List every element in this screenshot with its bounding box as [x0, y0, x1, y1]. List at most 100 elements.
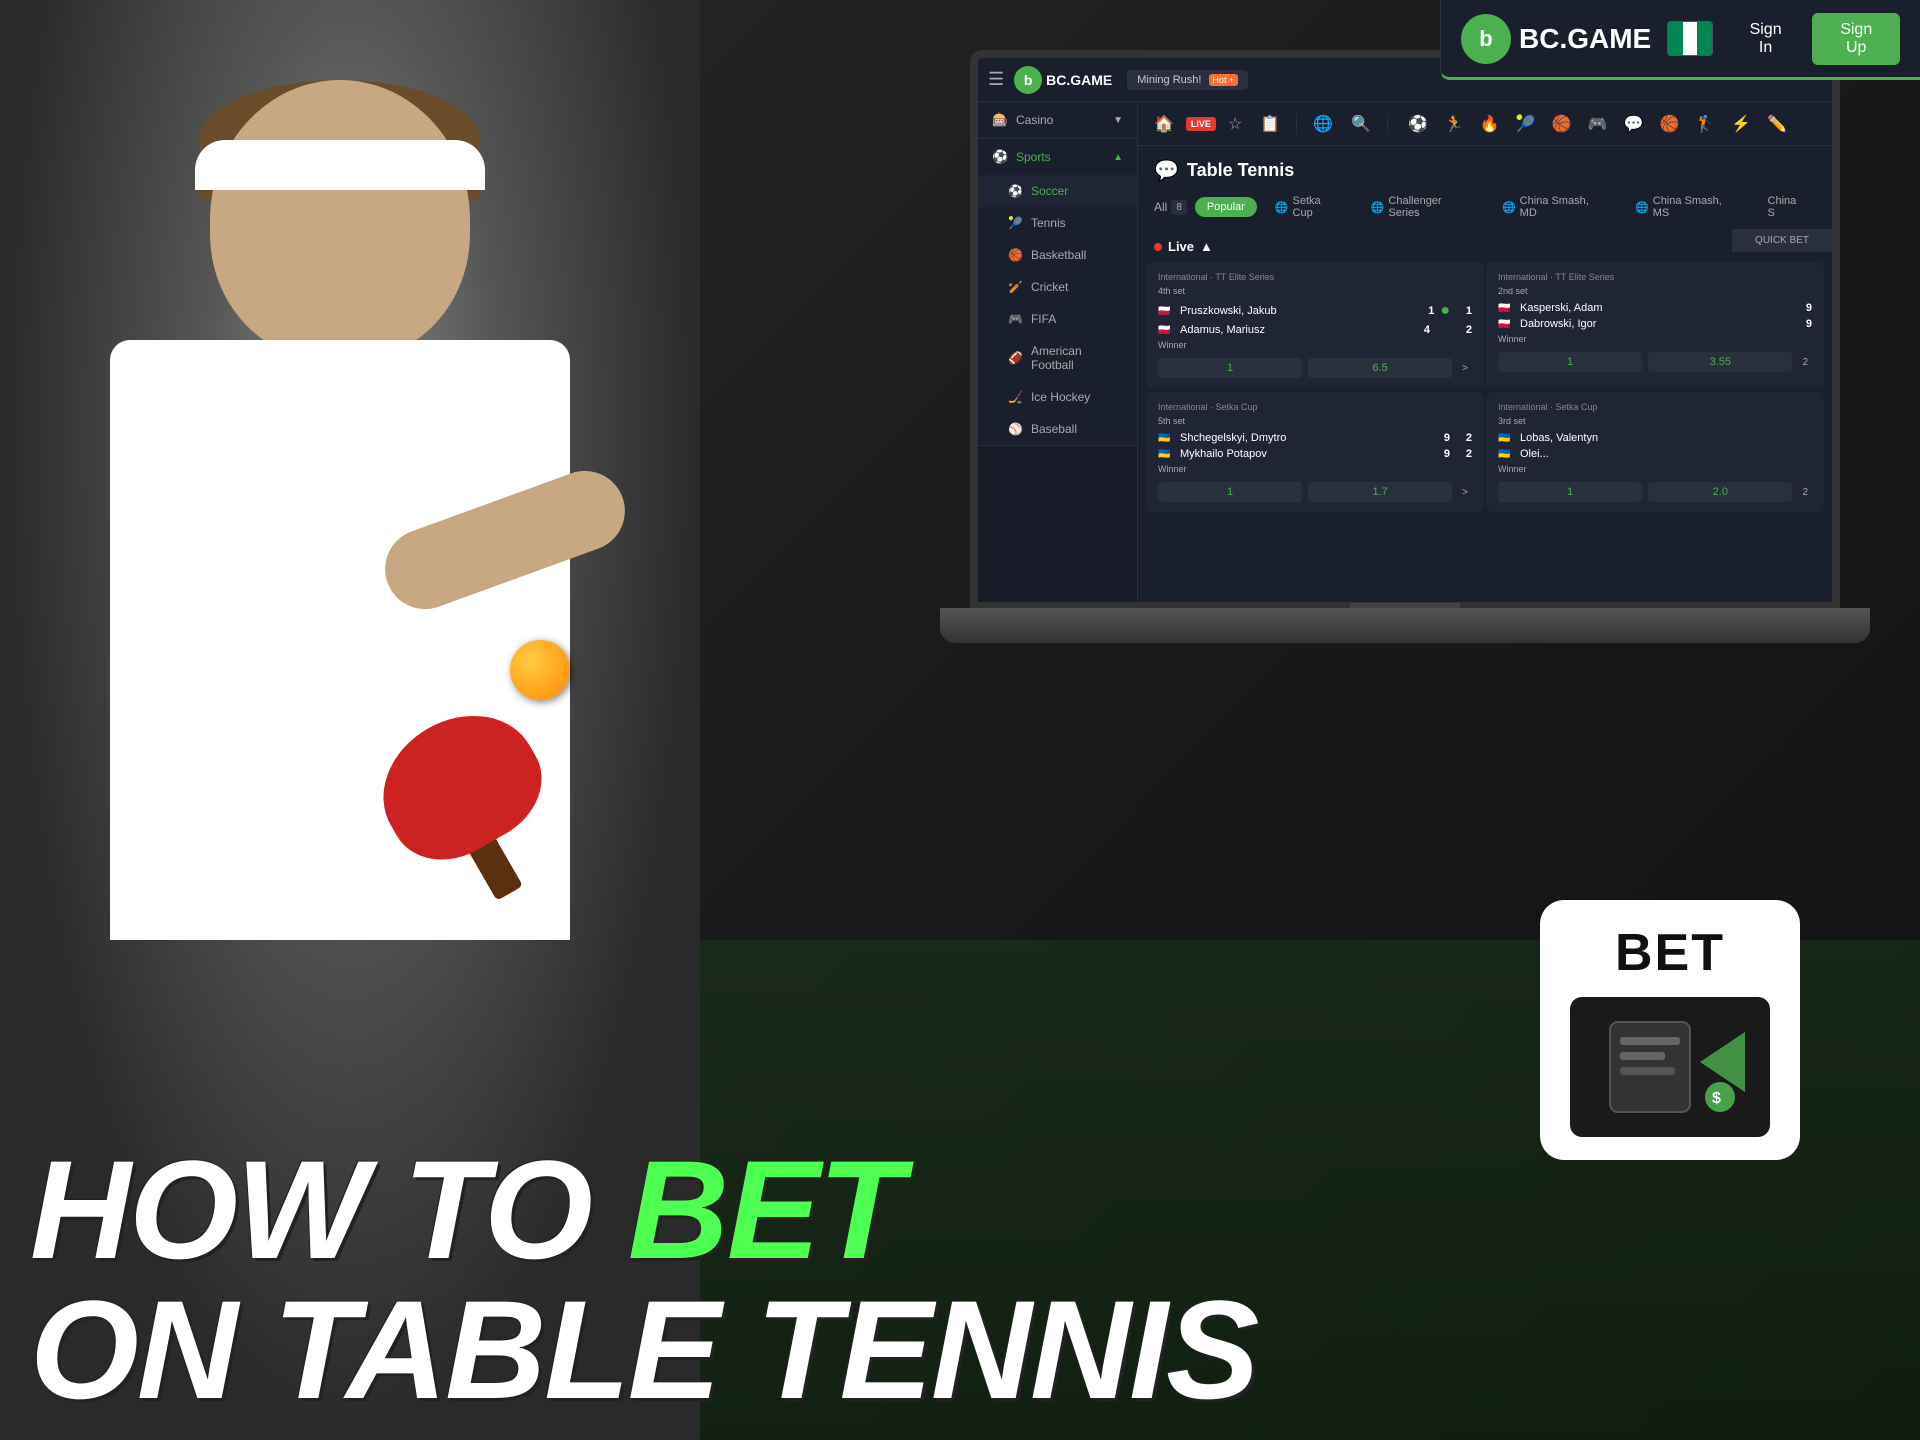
match3-player1-row: 🇵🇱 Kasperski, Adam 9	[1498, 302, 1812, 314]
soccer-icon: ⚽	[1008, 184, 1023, 198]
page-title: 💬 Table Tennis	[1154, 158, 1294, 183]
match3-score1: 9	[1796, 302, 1812, 314]
match1-game2: 2	[1456, 324, 1472, 336]
match1-player2-row: 🇵🇱 Adamus, Mariusz 4 2	[1158, 324, 1472, 336]
match2-meta: International · Setka Cup	[1158, 402, 1472, 412]
logo-icon-large: b	[1461, 14, 1511, 64]
popular-filter[interactable]: Popular	[1195, 197, 1257, 217]
match-card-1[interactable]: International · TT Elite Series 4th set …	[1146, 262, 1484, 388]
fifa-nav-icon[interactable]: 🎮	[1582, 110, 1614, 138]
match4-odds-label[interactable]: 1	[1498, 482, 1642, 502]
ukraine-flag-4: 🇺🇦	[1498, 449, 1514, 460]
matches-grid: International · TT Elite Series 4th set …	[1138, 262, 1832, 514]
match1-dot: ●	[1440, 302, 1450, 320]
china-s-filter[interactable]: China S	[1758, 191, 1816, 223]
match1-odds-val[interactable]: 6.5	[1308, 358, 1452, 378]
sidebar-item-ice-hockey[interactable]: 🏒 Ice Hockey	[978, 381, 1137, 413]
sidebar-item-american-football[interactable]: 🏈 American Football	[978, 335, 1137, 381]
star-icon[interactable]: ☆	[1222, 110, 1248, 138]
mining-rush-label: Mining Rush!	[1137, 74, 1201, 86]
match2-set1: 2	[1456, 432, 1472, 444]
match4-player1-row: 🇺🇦 Lobas, Valentyn	[1498, 432, 1812, 444]
match3-odds-more[interactable]: 2	[1798, 353, 1812, 372]
sports-icon: ⚽	[992, 149, 1008, 165]
calendar-icon[interactable]: 📋	[1254, 110, 1286, 138]
match2-odds-row: 1 1.7 >	[1158, 482, 1472, 502]
bet-icon-overlay: BET $	[1540, 900, 1800, 1160]
china-smash-md-filter[interactable]: 🌐 China Smash, MD	[1492, 191, 1617, 223]
sidebar-item-cricket[interactable]: 🏏 Cricket	[978, 271, 1137, 303]
figure-icon[interactable]: 🏌️	[1689, 110, 1721, 138]
sidebar-item-soccer[interactable]: ⚽ Soccer	[978, 175, 1137, 207]
fire-sport-icon[interactable]: 🔥	[1474, 110, 1506, 138]
how-to-bet-line2: ON TABLE TENNIS	[30, 1280, 1890, 1420]
globe-small-icon: 🌐	[1275, 201, 1289, 214]
match3-odds-label[interactable]: 1	[1498, 352, 1642, 372]
match2-score1: 9	[1434, 432, 1450, 444]
count-badge: 8	[1171, 200, 1187, 215]
match4-odds-val[interactable]: 2.0	[1648, 482, 1792, 502]
fifa-icon: 🎮	[1008, 312, 1023, 326]
sidebar-item-casino[interactable]: 🎰 Casino ▼	[978, 102, 1137, 138]
laptop-base	[940, 608, 1870, 643]
ping-pong-ball	[510, 640, 570, 700]
headband	[195, 140, 485, 190]
setka-cup-filter[interactable]: 🌐 Setka Cup	[1265, 191, 1353, 223]
globe-icon[interactable]: 🌐	[1307, 110, 1339, 138]
match4-odds-more[interactable]: 2	[1798, 483, 1812, 502]
ice-hockey-icon: 🏒	[1008, 390, 1023, 404]
sidebar-section-sports: ⚽ Sports ▲ ⚽ Soccer 🎾 Tennis 🏀 Basketbal…	[978, 139, 1137, 446]
mining-rush-banner[interactable]: Mining Rush! Hot +	[1127, 70, 1248, 90]
slash-icon[interactable]: ⚡	[1725, 110, 1757, 138]
logo-icon-small: b	[1014, 66, 1042, 94]
basketball-nav-icon[interactable]: 🏀	[1546, 110, 1578, 138]
how-to-bet-text: HOW TO	[30, 1131, 628, 1288]
sidebar-baseball-label: Baseball	[1031, 422, 1077, 436]
globe-small-icon-3: 🌐	[1502, 201, 1516, 214]
match1-odds-more[interactable]: >	[1458, 359, 1472, 378]
sidebar-item-basketball[interactable]: 🏀 Basketball	[978, 239, 1137, 271]
sidebar-item-baseball[interactable]: ⚾ Baseball	[978, 413, 1137, 445]
match-card-2[interactable]: International · Setka Cup 5th set 🇺🇦 Shc…	[1146, 392, 1484, 512]
match2-odds-val[interactable]: 1.7	[1308, 482, 1452, 502]
pen-icon[interactable]: ✏️	[1761, 110, 1793, 138]
match3-odds-row: 1 3.55 2	[1498, 352, 1812, 372]
globe-small-icon-2: 🌐	[1371, 201, 1385, 214]
all-label: All	[1154, 200, 1167, 214]
search-icon[interactable]: 🔍	[1345, 110, 1377, 138]
match3-odds-val[interactable]: 3.55	[1648, 352, 1792, 372]
match2-odds-label[interactable]: 1	[1158, 482, 1302, 502]
hamburger-icon[interactable]: ☰	[988, 69, 1004, 90]
sign-in-button[interactable]: Sign In	[1729, 13, 1803, 65]
tennis-nav-icon[interactable]: 🎾	[1510, 110, 1542, 138]
baseball-icon: ⚾	[1008, 422, 1023, 436]
multi-sport-icon[interactable]: 🏃	[1438, 110, 1470, 138]
match1-meta: International · TT Elite Series	[1158, 272, 1472, 282]
on-table-tennis-text: ON TABLE TENNIS	[30, 1271, 1257, 1428]
sign-up-button[interactable]: Sign Up	[1812, 13, 1900, 65]
match-card-3[interactable]: International · TT Elite Series 2nd set …	[1486, 262, 1824, 388]
china-smash-md-label: China Smash, MD	[1520, 195, 1607, 219]
match2-odds-more[interactable]: >	[1458, 483, 1472, 502]
match3-winner: Winner	[1498, 334, 1812, 344]
soccer-nav-icon[interactable]: ⚽	[1402, 110, 1434, 138]
poland-flag-1: 🇵🇱	[1158, 306, 1174, 317]
chat-icon[interactable]: 💬	[1618, 110, 1650, 138]
match1-game1: 1	[1456, 305, 1472, 317]
quick-bet[interactable]: QUICK BET	[1732, 229, 1832, 252]
sidebar-soccer-label: Soccer	[1031, 184, 1068, 198]
home-icon[interactable]: 🏠	[1148, 110, 1180, 138]
nba-icon[interactable]: 🏀	[1654, 110, 1686, 138]
match2-score2: 9	[1434, 448, 1450, 460]
match-card-4[interactable]: International · Setka Cup 3rd set 🇺🇦 Lob…	[1486, 392, 1824, 512]
svg-text:$: $	[1712, 1090, 1721, 1107]
china-smash-ms-filter[interactable]: 🌐 China Smash, MS	[1625, 191, 1749, 223]
sidebar-item-fifa[interactable]: 🎮 FIFA	[978, 303, 1137, 335]
tennis-icon: 🎾	[1008, 216, 1023, 230]
challenger-filter[interactable]: 🌐 Challenger Series	[1361, 191, 1484, 223]
sidebar-item-sports[interactable]: ⚽ Sports ▲	[978, 139, 1137, 175]
nav-bar: 🏠 LIVE ☆ 📋 🌐 🔍 ⚽ 🏃 🔥 🎾 🏀 🎮 💬 🏀 �	[1138, 102, 1832, 146]
sidebar-item-tennis[interactable]: 🎾 Tennis	[978, 207, 1137, 239]
page-title-text: Table Tennis	[1187, 160, 1294, 181]
match1-odds-label[interactable]: 1	[1158, 358, 1302, 378]
